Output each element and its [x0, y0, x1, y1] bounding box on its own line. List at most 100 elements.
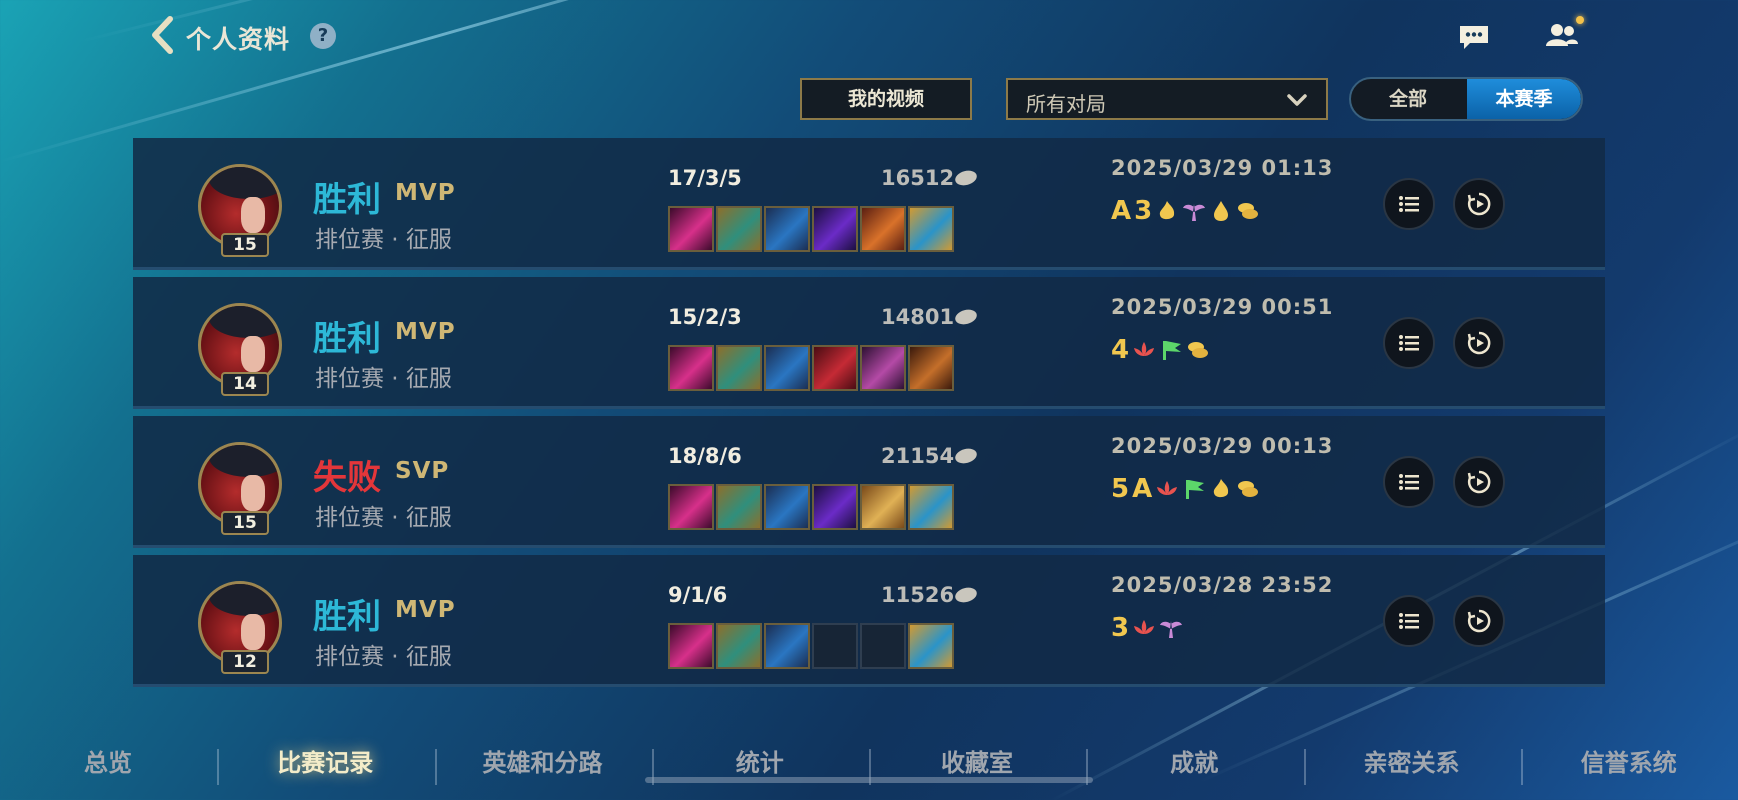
- game-mode: 排位赛 · 征服: [315, 227, 452, 253]
- details-button[interactable]: [1383, 595, 1435, 647]
- list-icon: [1399, 474, 1419, 490]
- nav-tab[interactable]: 收藏室: [869, 743, 1085, 778]
- flag-icon: [1182, 478, 1206, 500]
- honor-badge: MVP: [395, 597, 456, 623]
- nav-separator: [217, 749, 220, 785]
- achievement-badges: 5A: [1111, 474, 1263, 504]
- replay-icon: [1467, 192, 1491, 216]
- item-icon[interactable]: [668, 345, 714, 391]
- flame-icon: [1209, 478, 1233, 500]
- drop-icon: [1209, 200, 1233, 222]
- gold-value: 21154: [881, 444, 955, 468]
- item-icon[interactable]: [908, 623, 954, 669]
- badge-text: 5: [1111, 474, 1130, 504]
- achievement-badges: A3: [1111, 196, 1263, 226]
- item-icon[interactable]: [764, 206, 810, 252]
- item-icon[interactable]: [908, 206, 954, 252]
- season-toggle: 全部 本赛季: [1349, 77, 1583, 121]
- my-videos-button[interactable]: 我的视频: [800, 78, 972, 120]
- item-icon[interactable]: [668, 484, 714, 530]
- item-icon[interactable]: [860, 345, 906, 391]
- achievement-badges: 4: [1111, 335, 1213, 365]
- game-mode: 排位赛 · 征服: [315, 505, 452, 531]
- notification-dot: [1576, 16, 1584, 24]
- nav-tab[interactable]: 比赛记录: [217, 743, 433, 778]
- match-row[interactable]: 15 胜利 MVP 排位赛 · 征服 17/3/5 16512 2025/03/29 01:…: [133, 138, 1605, 270]
- nav-tab[interactable]: 英雄和分路: [435, 743, 651, 778]
- match-row[interactable]: 14 胜利 MVP 排位赛 · 征服 15/2/3 14801 2025/03/29 00:…: [133, 277, 1605, 409]
- item-icon[interactable]: [668, 623, 714, 669]
- replay-button[interactable]: [1453, 317, 1505, 369]
- item-icon[interactable]: [764, 623, 810, 669]
- kda-value: 15/2/3: [668, 305, 742, 329]
- list-icon: [1399, 196, 1419, 212]
- gold-coin-icon: [953, 307, 979, 327]
- page-title: 个人资料: [186, 25, 291, 54]
- nav-tab[interactable]: 统计: [652, 743, 868, 778]
- help-icon[interactable]: ?: [310, 23, 336, 49]
- friends-icon[interactable]: [1545, 22, 1579, 48]
- item-icon[interactable]: [812, 484, 858, 530]
- avatar-hat: [209, 584, 279, 616]
- game-mode: 排位赛 · 征服: [315, 366, 452, 392]
- avatar-face: [241, 336, 265, 372]
- match-filter-select[interactable]: 所有对局: [1006, 78, 1328, 120]
- badge-text: A: [1132, 474, 1153, 504]
- details-button[interactable]: [1383, 456, 1435, 508]
- match-filter-value: 所有对局: [1026, 92, 1106, 116]
- nav-tab[interactable]: 总览: [0, 743, 216, 778]
- nav-tab[interactable]: 亲密关系: [1304, 743, 1520, 778]
- champion-level: 15: [221, 511, 269, 535]
- badge-text: 3: [1111, 613, 1130, 643]
- empty-item-slot[interactable]: [812, 623, 858, 669]
- lotus-icon: [1132, 339, 1156, 361]
- replay-button[interactable]: [1453, 456, 1505, 508]
- gold-value: 14801: [881, 305, 955, 329]
- gold-coin-icon: [953, 168, 979, 188]
- item-icon[interactable]: [716, 345, 762, 391]
- list-icon: [1399, 613, 1419, 629]
- achievement-badges: 3: [1111, 613, 1186, 643]
- list-icon: [1399, 335, 1419, 351]
- empty-item-slot[interactable]: [860, 623, 906, 669]
- item-icon[interactable]: [908, 345, 954, 391]
- replay-button[interactable]: [1453, 595, 1505, 647]
- item-icon[interactable]: [860, 206, 906, 252]
- replay-button[interactable]: [1453, 178, 1505, 230]
- chevron-left-icon: [152, 16, 173, 54]
- badge-text: A: [1111, 196, 1132, 226]
- gold-value: 16512: [881, 166, 955, 190]
- back-button[interactable]: [150, 16, 174, 54]
- item-icon[interactable]: [764, 484, 810, 530]
- game-mode: 排位赛 · 征服: [315, 644, 452, 670]
- item-icon[interactable]: [716, 623, 762, 669]
- item-icon[interactable]: [668, 206, 714, 252]
- item-icon[interactable]: [764, 345, 810, 391]
- match-row[interactable]: 15 失败 SVP 排位赛 · 征服 18/8/6 21154 2025/03/29 00:…: [133, 416, 1605, 548]
- wings-icon: [1182, 200, 1206, 222]
- details-button[interactable]: [1383, 317, 1435, 369]
- item-icon[interactable]: [716, 206, 762, 252]
- avatar-face: [241, 475, 265, 511]
- item-icon[interactable]: [812, 345, 858, 391]
- item-icon[interactable]: [860, 484, 906, 530]
- toggle-all[interactable]: 全部: [1351, 79, 1465, 119]
- lotus-icon: [1132, 617, 1156, 639]
- avatar-hat: [209, 306, 279, 338]
- toggle-season[interactable]: 本赛季: [1467, 79, 1581, 119]
- chat-icon[interactable]: [1458, 24, 1490, 50]
- nav-tab[interactable]: 成就: [1086, 743, 1302, 778]
- badge-text: 4: [1111, 335, 1130, 365]
- match-row[interactable]: 12 胜利 MVP 排位赛 · 征服 9/1/6 11526 2025/03/28 23:5…: [133, 555, 1605, 687]
- details-button[interactable]: [1383, 178, 1435, 230]
- item-icon[interactable]: [908, 484, 954, 530]
- honor-badge: SVP: [395, 458, 450, 484]
- badge-text: 3: [1134, 196, 1153, 226]
- flag-icon: [1159, 339, 1183, 361]
- item-icon[interactable]: [716, 484, 762, 530]
- nav-tab[interactable]: 信誉系统: [1521, 743, 1737, 778]
- item-icon[interactable]: [812, 206, 858, 252]
- match-list: 15 胜利 MVP 排位赛 · 征服 17/3/5 16512 2025/03/29 01:…: [133, 138, 1605, 698]
- top-bar: 个人资料 ?: [0, 0, 1738, 70]
- kda-value: 17/3/5: [668, 166, 742, 190]
